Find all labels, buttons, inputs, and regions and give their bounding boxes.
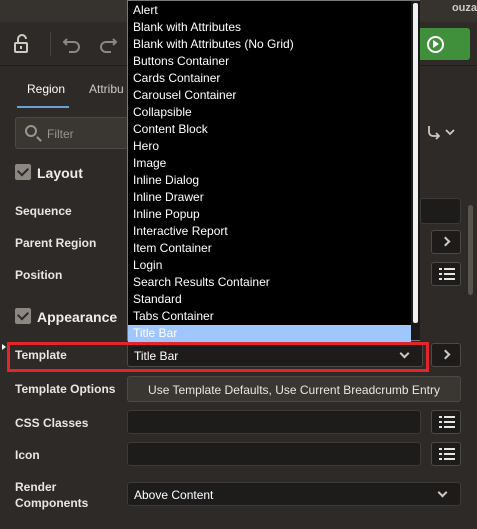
icon-label: Icon xyxy=(15,448,40,462)
dropdown-option[interactable]: Blank with Attributes xyxy=(128,19,411,36)
dropdown-option[interactable]: Buttons Container xyxy=(128,53,411,70)
dropdown-option[interactable]: Blank with Attributes (No Grid) xyxy=(128,36,411,53)
unlock-icon[interactable] xyxy=(10,32,34,56)
sequence-field[interactable] xyxy=(420,198,461,224)
dropdown-option[interactable]: Alert xyxy=(128,2,411,19)
parent-region-goto-button[interactable] xyxy=(431,230,461,254)
undo-icon[interactable] xyxy=(60,32,84,56)
dropdown-option[interactable]: Image xyxy=(128,155,411,172)
panel-scrollbar[interactable] xyxy=(468,205,473,295)
dropdown-scrollbar-thumb[interactable] xyxy=(413,3,418,323)
dropdown-option[interactable]: Tabs Container xyxy=(128,308,411,325)
dropdown-option[interactable]: Content Block xyxy=(128,121,411,138)
dropdown-option[interactable]: Inline Dialog xyxy=(128,172,411,189)
dropdown-option[interactable]: Login xyxy=(128,257,411,274)
render-components-value: Above Content xyxy=(134,488,214,502)
chevron-right-icon xyxy=(440,349,451,360)
list-icon xyxy=(439,448,455,460)
sequence-label: Sequence xyxy=(15,204,72,218)
tab-region[interactable]: Region xyxy=(27,82,65,96)
chevron-down-icon xyxy=(437,487,448,498)
toolbar-divider xyxy=(50,32,51,56)
dropdown-option[interactable]: Interactive Report xyxy=(128,223,411,240)
dropdown-option[interactable]: Inline Popup xyxy=(128,206,411,223)
search-icon xyxy=(25,125,37,137)
css-classes-label: CSS Classes xyxy=(15,416,89,430)
template-options-label: Template Options xyxy=(15,382,116,396)
template-options-button[interactable]: Use Template Defaults, Use Current Bread… xyxy=(127,376,461,402)
dropdown-option[interactable]: Cards Container xyxy=(128,70,411,87)
dropdown-option[interactable]: Standard xyxy=(128,291,411,308)
collapse-checkbox-icon xyxy=(15,308,31,324)
dropdown-option[interactable]: Search Results Container xyxy=(128,274,411,291)
dropdown-option[interactable]: Inline Drawer xyxy=(128,189,411,206)
dropdown-option[interactable]: Collapsible xyxy=(128,104,411,121)
user-name[interactable]: ouza xyxy=(452,2,477,14)
icon-input[interactable] xyxy=(127,442,421,466)
list-icon xyxy=(439,416,455,428)
dropdown-option[interactable]: Title Bar xyxy=(128,325,411,342)
dropdown-option[interactable]: Hero xyxy=(128,138,411,155)
redo-icon[interactable] xyxy=(96,32,120,56)
active-tab-indicator xyxy=(17,106,69,108)
layout-section-title: Layout xyxy=(37,165,83,181)
run-button[interactable] xyxy=(415,28,470,60)
list-icon xyxy=(439,268,455,280)
position-label: Position xyxy=(15,268,63,282)
filter-placeholder: Filter xyxy=(47,127,74,141)
css-classes-input[interactable] xyxy=(127,410,421,434)
play-icon xyxy=(427,36,444,53)
icon-list-button[interactable] xyxy=(431,442,461,466)
filter-input[interactable]: Filter xyxy=(15,117,128,149)
tab-attributes[interactable]: Attribu xyxy=(89,82,124,96)
template-goto-button[interactable] xyxy=(431,343,461,367)
chevron-right-icon xyxy=(440,236,451,247)
position-list-button[interactable] xyxy=(431,262,461,286)
render-components-select[interactable]: Above Content xyxy=(127,482,461,506)
css-classes-list-button[interactable] xyxy=(431,410,461,434)
parent-region-label: Parent Region xyxy=(15,236,97,250)
template-dropdown-list[interactable]: Alert Blank with Attributes Blank with Att… xyxy=(127,0,420,342)
dropdown-option[interactable]: Carousel Container xyxy=(128,87,411,104)
template-highlight-box xyxy=(7,342,429,372)
appearance-section-title: Appearance xyxy=(37,309,118,325)
current-field-marker xyxy=(2,344,6,350)
render-components-label-line1: Render xyxy=(15,480,57,494)
collapse-checkbox-icon xyxy=(15,164,31,180)
render-components-label-line2: Components xyxy=(15,496,89,510)
dropdown-option[interactable]: Item Container xyxy=(128,240,411,257)
go-to-group-icon[interactable] xyxy=(425,120,459,144)
